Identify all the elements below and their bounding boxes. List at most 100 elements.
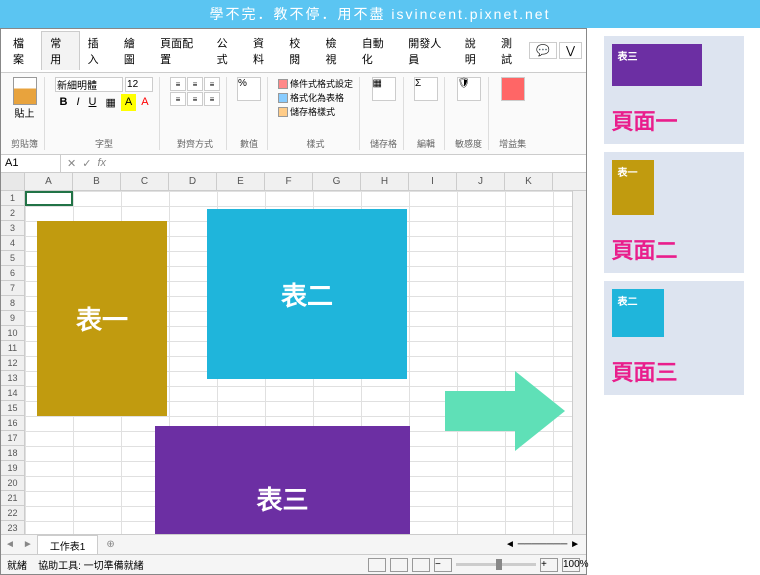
zoom-level[interactable]: 100% bbox=[562, 558, 580, 572]
tab-data[interactable]: 資料 bbox=[245, 32, 281, 70]
col-header[interactable]: A bbox=[25, 173, 73, 190]
align-ml[interactable]: ≡ bbox=[170, 92, 186, 106]
font-size-select[interactable] bbox=[125, 77, 153, 92]
zoom-out-button[interactable]: − bbox=[434, 558, 452, 572]
tab-draw[interactable]: 繪圖 bbox=[116, 32, 152, 70]
row-header[interactable]: 21 bbox=[1, 491, 24, 506]
row-header[interactable]: 12 bbox=[1, 356, 24, 371]
as-table-button[interactable]: 格式化為表格 bbox=[278, 91, 353, 104]
row-header[interactable]: 23 bbox=[1, 521, 24, 534]
bold-button[interactable]: B bbox=[55, 94, 71, 111]
col-header[interactable]: E bbox=[217, 173, 265, 190]
name-box[interactable]: A1 bbox=[1, 155, 61, 172]
comments-button[interactable]: 💬 bbox=[529, 42, 557, 59]
addins-button[interactable] bbox=[501, 77, 525, 101]
formula-bar-row: A1 ✕ ✓ fx bbox=[1, 155, 586, 173]
row-header[interactable]: 11 bbox=[1, 341, 24, 356]
tab-help[interactable]: 說明 bbox=[457, 32, 493, 70]
col-header[interactable]: G bbox=[313, 173, 361, 190]
row-header[interactable]: 1 bbox=[1, 191, 24, 206]
row-header[interactable]: 17 bbox=[1, 431, 24, 446]
align-tr[interactable]: ≡ bbox=[204, 77, 220, 91]
add-sheet-button[interactable]: ⊕ bbox=[98, 539, 122, 550]
select-all-corner[interactable] bbox=[1, 173, 25, 190]
col-header[interactable]: I bbox=[409, 173, 457, 190]
col-header[interactable]: D bbox=[169, 173, 217, 190]
col-header[interactable]: F bbox=[265, 173, 313, 190]
fill-button[interactable]: A bbox=[121, 94, 136, 111]
col-header[interactable]: H bbox=[361, 173, 409, 190]
vertical-scrollbar[interactable] bbox=[572, 191, 586, 534]
row-header[interactable]: 5 bbox=[1, 251, 24, 266]
align-tc[interactable]: ≡ bbox=[187, 77, 203, 91]
row-header[interactable]: 10 bbox=[1, 326, 24, 341]
enter-icon[interactable]: ✓ bbox=[82, 157, 91, 170]
row-header[interactable]: 19 bbox=[1, 461, 24, 476]
tab-home[interactable]: 常用 bbox=[41, 31, 79, 70]
align-tl[interactable]: ≡ bbox=[170, 77, 186, 91]
row-header[interactable]: 9 bbox=[1, 311, 24, 326]
tab-layout[interactable]: 頁面配置 bbox=[152, 32, 209, 70]
sheet-nav-prev[interactable]: ◄ bbox=[1, 539, 19, 550]
tab-file[interactable]: 檔案 bbox=[5, 32, 41, 70]
col-header[interactable]: J bbox=[457, 173, 505, 190]
selected-cell[interactable] bbox=[25, 191, 73, 206]
tab-test[interactable]: 測試 bbox=[493, 32, 529, 70]
horizontal-scrollbar[interactable]: ◄ ─────── ► bbox=[123, 539, 586, 550]
row-header[interactable]: 3 bbox=[1, 221, 24, 236]
tab-insert[interactable]: 插入 bbox=[80, 32, 116, 70]
mini-shape-2: 表二 bbox=[612, 289, 664, 337]
italic-button[interactable]: I bbox=[72, 94, 83, 111]
tab-review[interactable]: 校閱 bbox=[281, 32, 317, 70]
row-header[interactable]: 14 bbox=[1, 386, 24, 401]
tab-dev[interactable]: 開發人員 bbox=[400, 32, 457, 70]
editing-button[interactable]: Σ bbox=[414, 77, 438, 101]
row-header[interactable]: 6 bbox=[1, 266, 24, 281]
tab-auto[interactable]: 自動化 bbox=[354, 32, 400, 70]
paste-button[interactable]: 貼上 bbox=[13, 77, 37, 120]
font-name-select[interactable] bbox=[55, 77, 123, 92]
col-header[interactable]: K bbox=[505, 173, 553, 190]
shape-table1[interactable]: 表一 bbox=[37, 221, 167, 416]
row-header[interactable]: 2 bbox=[1, 206, 24, 221]
formula-bar[interactable] bbox=[112, 155, 586, 172]
share-button[interactable]: ⋁ bbox=[559, 42, 582, 59]
color-button[interactable]: A bbox=[137, 94, 152, 111]
sheet-nav-next[interactable]: ► bbox=[19, 539, 37, 550]
arrow-shape[interactable] bbox=[445, 371, 565, 451]
cancel-icon[interactable]: ✕ bbox=[67, 157, 76, 170]
shape-table2[interactable]: 表二 bbox=[207, 209, 407, 379]
fx-icon[interactable]: fx bbox=[97, 157, 106, 170]
row-header[interactable]: 20 bbox=[1, 476, 24, 491]
border-button[interactable]: ▦ bbox=[101, 94, 119, 111]
row-header[interactable]: 7 bbox=[1, 281, 24, 296]
sheet-tab[interactable]: 工作表1 bbox=[37, 535, 99, 555]
view-break-icon[interactable] bbox=[412, 558, 430, 572]
row-header[interactable]: 22 bbox=[1, 506, 24, 521]
row-header[interactable]: 15 bbox=[1, 401, 24, 416]
align-mr[interactable]: ≡ bbox=[204, 92, 220, 106]
cell-style-button[interactable]: 儲存格樣式 bbox=[278, 105, 353, 118]
tab-formulas[interactable]: 公式 bbox=[209, 32, 245, 70]
view-normal-icon[interactable] bbox=[368, 558, 386, 572]
col-header[interactable]: C bbox=[121, 173, 169, 190]
align-mc[interactable]: ≡ bbox=[187, 92, 203, 106]
tab-view[interactable]: 檢視 bbox=[318, 32, 354, 70]
shape-table3[interactable]: 表三 bbox=[155, 426, 410, 534]
mini-shape-1: 表一 bbox=[612, 160, 654, 215]
sensitivity-button[interactable]: 🛡 bbox=[457, 77, 481, 101]
zoom-slider[interactable] bbox=[456, 563, 536, 566]
view-layout-icon[interactable] bbox=[390, 558, 408, 572]
cond-format-button[interactable]: 條件式格式設定 bbox=[278, 77, 353, 90]
row-header[interactable]: 4 bbox=[1, 236, 24, 251]
number-format-button[interactable]: % bbox=[237, 77, 261, 101]
cells-button[interactable]: ▦ bbox=[372, 77, 396, 101]
zoom-in-button[interactable]: + bbox=[540, 558, 558, 572]
row-header[interactable]: 16 bbox=[1, 416, 24, 431]
col-header[interactable]: B bbox=[73, 173, 121, 190]
row-header[interactable]: 18 bbox=[1, 446, 24, 461]
underline-button[interactable]: U bbox=[85, 94, 101, 111]
cell-grid[interactable]: 表一 表二 表三 bbox=[25, 191, 586, 534]
row-header[interactable]: 8 bbox=[1, 296, 24, 311]
row-header[interactable]: 13 bbox=[1, 371, 24, 386]
